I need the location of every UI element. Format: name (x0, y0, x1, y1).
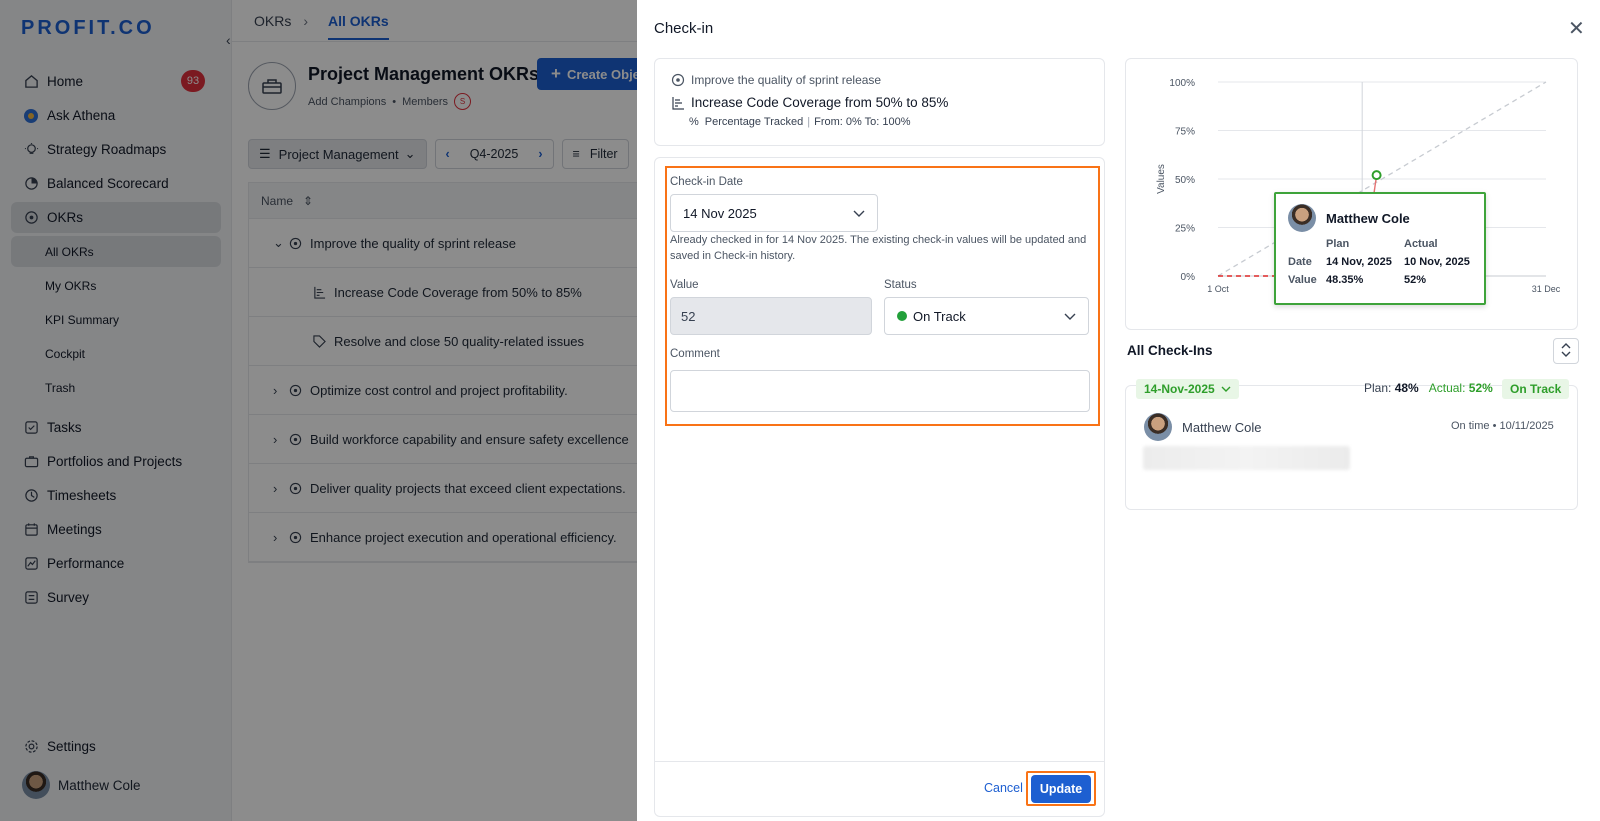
key-result-line: Increase Code Coverage from 50% to 85% (671, 95, 1088, 110)
y-tick-label: 25% (1175, 224, 1195, 235)
checkin-user-name: Matthew Cole (1182, 419, 1262, 435)
key-result-icon (671, 96, 685, 110)
tooltip-actual-value: 52% (1404, 274, 1427, 286)
avatar (1144, 413, 1172, 441)
tooltip-plan-date: 14 Nov, 2025 (1326, 256, 1392, 268)
comment-input[interactable] (670, 370, 1090, 412)
chevron-down-icon (853, 206, 865, 221)
checkin-date-label: Check-in Date (670, 176, 743, 188)
chevron-down-icon (1064, 309, 1076, 324)
y-tick-label: 100% (1169, 78, 1195, 89)
tooltip-blank (1288, 238, 1326, 250)
status-label: Status (884, 279, 917, 291)
tooltip-value-label: Value (1288, 274, 1317, 286)
chart-tooltip: Matthew Cole Plan Actual Date 14 Nov, 20… (1274, 192, 1486, 305)
tooltip-actual-header: Actual (1404, 238, 1438, 250)
close-icon[interactable]: ✕ (1568, 19, 1585, 39)
checkin-date-value: 14 Nov 2025 (683, 205, 757, 221)
status-select[interactable]: On Track (884, 297, 1089, 335)
tooltip-date-label: Date (1288, 256, 1312, 268)
objective-line: Improve the quality of sprint release (671, 73, 1088, 87)
chevron-down-icon (1221, 382, 1231, 396)
checkin-date-select[interactable]: 14 Nov 2025 (670, 194, 878, 232)
checkin-user: Matthew Cole (1144, 413, 1261, 441)
drawer-title: Check-in (654, 20, 714, 37)
plan-value: 48% (1394, 381, 1419, 395)
status-badge: On Track (1502, 379, 1570, 399)
sort-checkins-button[interactable] (1553, 338, 1579, 364)
tracking-type: Percentage Tracked (704, 116, 804, 128)
comment-label: Comment (670, 348, 720, 360)
tooltip-grid: Plan Actual Date 14 Nov, 2025 10 Nov, 20… (1288, 238, 1472, 286)
key-result-title: Increase Code Coverage from 50% to 85% (691, 95, 949, 110)
status-value: On Track (913, 308, 966, 324)
y-axis-label: Values (1156, 164, 1167, 194)
highlight-point (1371, 170, 1382, 181)
value-label: Value (670, 279, 699, 291)
status-dot-icon (897, 310, 907, 321)
already-checked-in-note: Already checked in for 14 Nov 2025. The … (670, 234, 1087, 262)
y-tick-label: 75% (1175, 127, 1195, 138)
cancel-button[interactable]: Cancel (984, 781, 1023, 795)
modal-overlay[interactable] (0, 0, 637, 821)
value-input[interactable] (670, 297, 872, 335)
y-tick-label: 0% (1181, 272, 1196, 283)
sort-icon (1561, 342, 1571, 360)
update-button[interactable]: Update (1031, 775, 1091, 803)
checkin-timing: On time • 10/11/2025 (1451, 420, 1554, 432)
all-checkins-title: All Check-Ins (1127, 343, 1213, 358)
tooltip-actual-date: 10 Nov, 2025 (1404, 256, 1470, 268)
checkin-entry-date: 14-Nov-2025 (1144, 382, 1215, 396)
tooltip-plan-value: 48.35% (1326, 274, 1364, 286)
objective-target-icon (671, 73, 685, 87)
tooltip-header: Matthew Cole (1288, 204, 1472, 232)
plan-label: Plan: (1364, 381, 1392, 395)
divider: | (807, 116, 811, 128)
tracking-line: % Percentage Tracked | From: 0% To: 100% (671, 116, 1088, 128)
actual-label: Actual: (1428, 381, 1466, 395)
actual-value: 52% (1468, 381, 1493, 395)
x-tick-label: 1 Oct (1207, 284, 1229, 294)
tooltip-plan-header: Plan (1326, 238, 1350, 250)
tooltip-user: Matthew Cole (1326, 210, 1410, 226)
x-tick-label: 31 Dec (1532, 284, 1561, 294)
checkin-date-chip[interactable]: 14-Nov-2025 (1136, 379, 1239, 399)
objective-title: Improve the quality of sprint release (691, 73, 882, 87)
key-result-summary: Improve the quality of sprint release In… (654, 58, 1105, 146)
percent-icon: % (689, 116, 699, 128)
tracking-range: From: 0% To: 100% (814, 116, 911, 128)
y-tick-label: 50% (1175, 175, 1195, 186)
plan-actual-summary: Plan: 48% Actual: 52% (1364, 381, 1493, 395)
redacted-comment (1143, 446, 1350, 470)
avatar (1288, 204, 1316, 232)
